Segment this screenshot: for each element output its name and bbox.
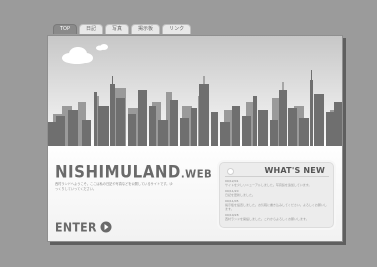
news-text: 掲示板を設置しました。お気軽に書き込みしてください。よろしくお願いします。 <box>225 203 327 211</box>
clouds <box>62 44 108 64</box>
logo-suffix: .WEB <box>180 168 213 181</box>
news-item: 09/12/01 サイトを少しリニューアルしました。写真館を追加しています。 <box>225 179 329 187</box>
news-item: 09/11/20 日記を更新しました。 <box>225 189 329 197</box>
site-tagline: 西村ランドへようこそ。ここは私の日記や写真などを公開しているサイトです。ゆっくり… <box>55 182 173 191</box>
tab-bbs[interactable]: 掲示板 <box>131 24 161 34</box>
whats-new-panel: WHAT'S NEW 09/12/01 サイトを少しリニューアルしました。写真館… <box>219 162 334 228</box>
site-frame: TOP 日記 写真 掲示板 リンク NISHIMULAND.WEB 西村ランドへ… <box>47 24 345 243</box>
logo-main: NISHIMULAND <box>55 162 181 182</box>
whats-new-title: WHAT'S NEW <box>264 166 325 175</box>
site-logo: NISHIMULAND.WEB <box>55 162 212 182</box>
news-item: 09/10/28 西村ランドを開設しました。これからよろしくお願いします。 <box>225 213 329 221</box>
whats-new-divider <box>225 176 329 177</box>
city-skyline-illustration <box>48 44 342 146</box>
tab-top[interactable]: TOP <box>53 24 78 34</box>
news-text: 西村ランドを開設しました。これからよろしくお願いします。 <box>225 217 309 221</box>
tab-diary[interactable]: 日記 <box>79 24 104 34</box>
tab-links[interactable]: リンク <box>162 24 192 34</box>
enter-button[interactable]: ENTER <box>55 220 112 234</box>
news-text: サイトを少しリニューアルしました。写真館を追加しています。 <box>225 183 312 187</box>
news-item: 09/11/05 掲示板を設置しました。お気軽に書き込みしてください。よろしくお… <box>225 199 329 211</box>
bullet-icon <box>227 168 234 175</box>
tab-photos[interactable]: 写真 <box>105 24 130 34</box>
enter-arrow-icon <box>100 221 112 233</box>
main-card: NISHIMULAND.WEB 西村ランドへようこそ。ここは私の日記や写真などを… <box>47 35 343 242</box>
nav-tabs: TOP 日記 写真 掲示板 リンク <box>53 24 192 35</box>
enter-label: ENTER <box>55 219 97 235</box>
rooftop-antennas <box>112 70 312 90</box>
news-list: 09/12/01 サイトを少しリニューアルしました。写真館を追加しています。 0… <box>225 179 329 223</box>
news-text: 日記を更新しました。 <box>225 193 256 197</box>
